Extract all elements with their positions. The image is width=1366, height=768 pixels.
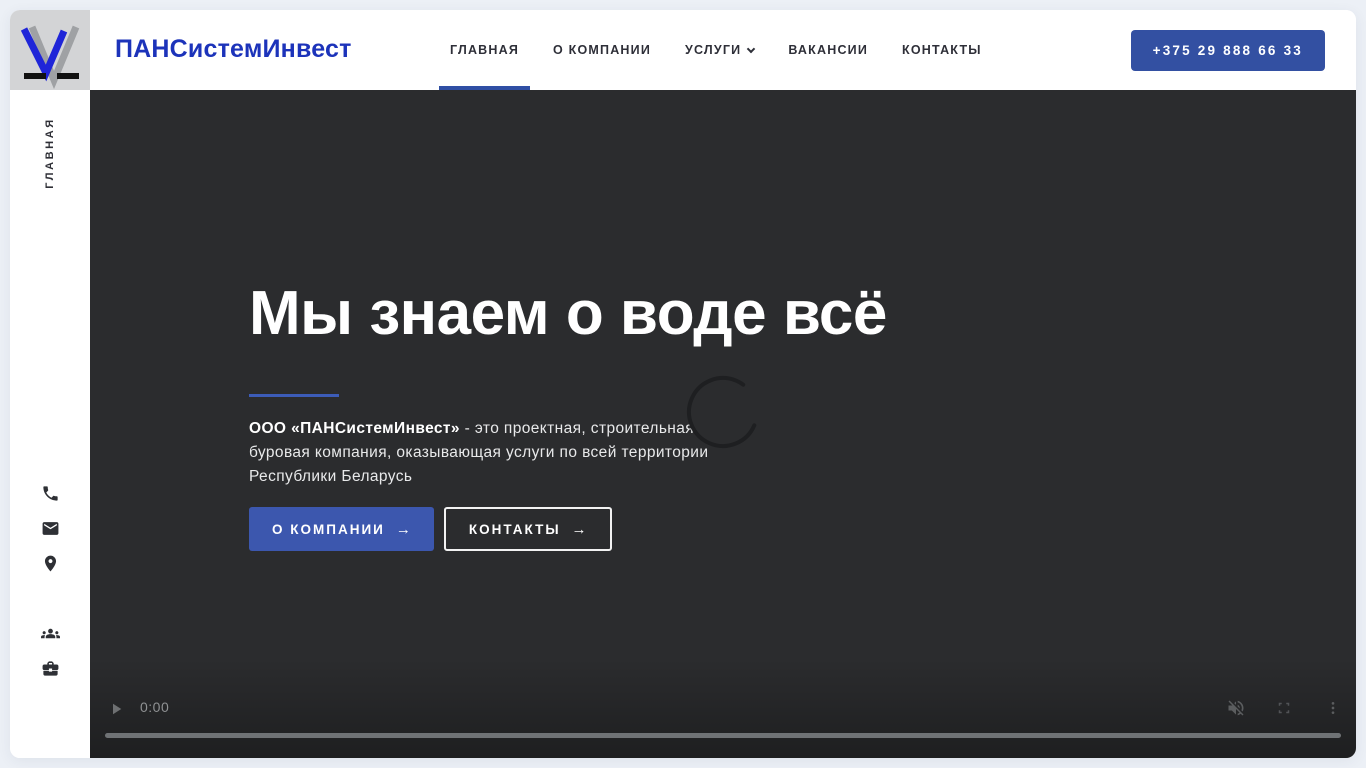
company-logo[interactable] xyxy=(10,10,90,90)
about-company-button-label: О КОМПАНИИ xyxy=(272,521,385,537)
hero-title: Мы знаем о воде всё xyxy=(249,279,887,348)
sidebar-quick-links xyxy=(10,484,90,678)
location-pin-icon[interactable] xyxy=(41,554,60,573)
play-button-icon[interactable] xyxy=(107,700,125,718)
nav-item-label: О КОМПАНИИ xyxy=(553,43,652,57)
v-drill-logo-icon xyxy=(20,25,80,90)
hero-video-section: Мы знаем о воде всё ООО «ПАНСистемИнвест… xyxy=(90,90,1356,758)
contacts-button[interactable]: КОНТАКТЫ → xyxy=(443,507,612,551)
nav-item-o-kompanii[interactable]: О КОМПАНИИ xyxy=(553,10,651,90)
contacts-button-label: КОНТАКТЫ xyxy=(468,521,561,537)
brand-name[interactable]: ПАНСистемИнвест xyxy=(115,35,352,64)
nav-item-glavnaya[interactable]: ГЛАВНАЯ xyxy=(438,10,531,90)
video-controls-gradient xyxy=(90,658,1356,758)
users-icon[interactable] xyxy=(40,624,60,643)
nav-item-label: УСЛУГИ xyxy=(685,43,742,57)
hero-description-bold: ООО «ПАНСистемИнвест» xyxy=(249,420,460,437)
phone-icon[interactable] xyxy=(41,484,60,503)
video-current-time: 0:00 xyxy=(140,699,170,715)
arrow-right-icon: → xyxy=(395,520,411,538)
muted-volume-icon[interactable] xyxy=(1226,698,1246,718)
nav-item-label: ГЛАВНАЯ xyxy=(450,43,520,57)
sidebar-section-label: ГЛАВНАЯ xyxy=(10,113,90,193)
chevron-down-icon xyxy=(747,44,756,53)
hero-buttons-row: О КОМПАНИИ → КОНТАКТЫ → xyxy=(249,507,612,551)
main-card: Мы знаем о воде всё ООО «ПАНСистемИнвест… xyxy=(10,10,1356,758)
nav-item-label: КОНТАКТЫ xyxy=(902,43,982,57)
header: ПАНСистемИнвест ГЛАВНАЯ О КОМПАНИИ УСЛУГ… xyxy=(90,10,1356,90)
nav-item-label: ВАКАНСИИ xyxy=(788,43,869,57)
left-sidebar: ГЛАВНАЯ xyxy=(10,10,90,758)
envelope-icon[interactable] xyxy=(41,519,60,538)
about-company-button[interactable]: О КОМПАНИИ → xyxy=(249,507,434,551)
video-loading-spinner-icon xyxy=(687,376,759,448)
nav-item-vakansii[interactable]: ВАКАНСИИ xyxy=(788,10,868,90)
briefcase-icon[interactable] xyxy=(41,659,60,678)
arrow-right-icon: → xyxy=(571,520,587,538)
nav-item-uslugi[interactable]: УСЛУГИ xyxy=(685,10,756,90)
video-progress-bar[interactable] xyxy=(105,733,1341,738)
sidebar-section-label-text: ГЛАВНАЯ xyxy=(44,117,56,189)
hero-divider xyxy=(249,394,339,397)
phone-number-button[interactable]: +375 29 888 66 33 xyxy=(1130,30,1325,71)
main-navigation: ГЛАВНАЯ О КОМПАНИИ УСЛУГИ ВАКАНСИИ КОНТА… xyxy=(438,10,982,90)
hero-description: ООО «ПАНСистемИнвест» - это проектная, с… xyxy=(249,417,754,489)
fullscreen-icon[interactable] xyxy=(1275,699,1293,717)
nav-item-kontakty[interactable]: КОНТАКТЫ xyxy=(902,10,982,90)
more-options-kebab-icon[interactable] xyxy=(1325,699,1341,717)
